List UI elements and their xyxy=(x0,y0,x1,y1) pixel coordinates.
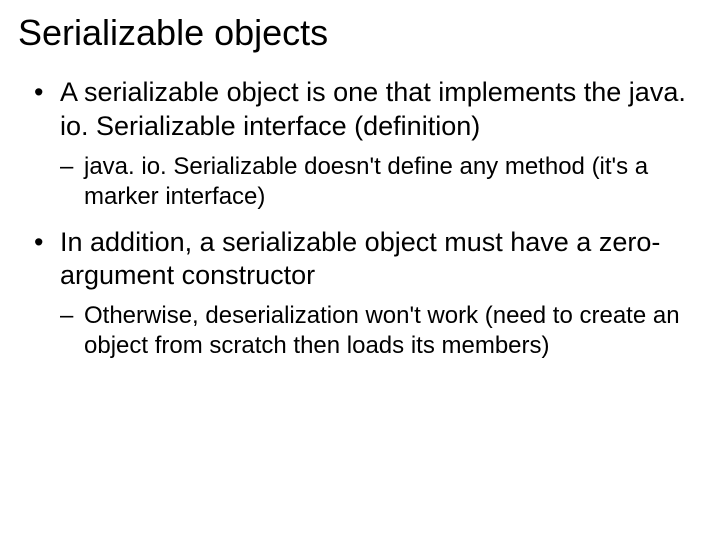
slide-title: Serializable objects xyxy=(18,12,702,54)
sub-item: Otherwise, deserialization won't work (n… xyxy=(18,301,702,361)
bullet-list: A serializable object is one that implem… xyxy=(18,76,702,361)
bullet-text: A serializable object is one that implem… xyxy=(60,77,686,141)
sub-list: java. io. Serializable doesn't define an… xyxy=(18,152,702,212)
sub-text: Otherwise, deserialization won't work (n… xyxy=(84,302,680,359)
bullet-item: In addition, a serializable object must … xyxy=(18,226,702,294)
sub-list: Otherwise, deserialization won't work (n… xyxy=(18,301,702,361)
bullet-text: In addition, a serializable object must … xyxy=(60,227,660,291)
sub-item: java. io. Serializable doesn't define an… xyxy=(18,152,702,212)
sub-text: java. io. Serializable doesn't define an… xyxy=(84,153,648,210)
bullet-item: A serializable object is one that implem… xyxy=(18,76,702,144)
